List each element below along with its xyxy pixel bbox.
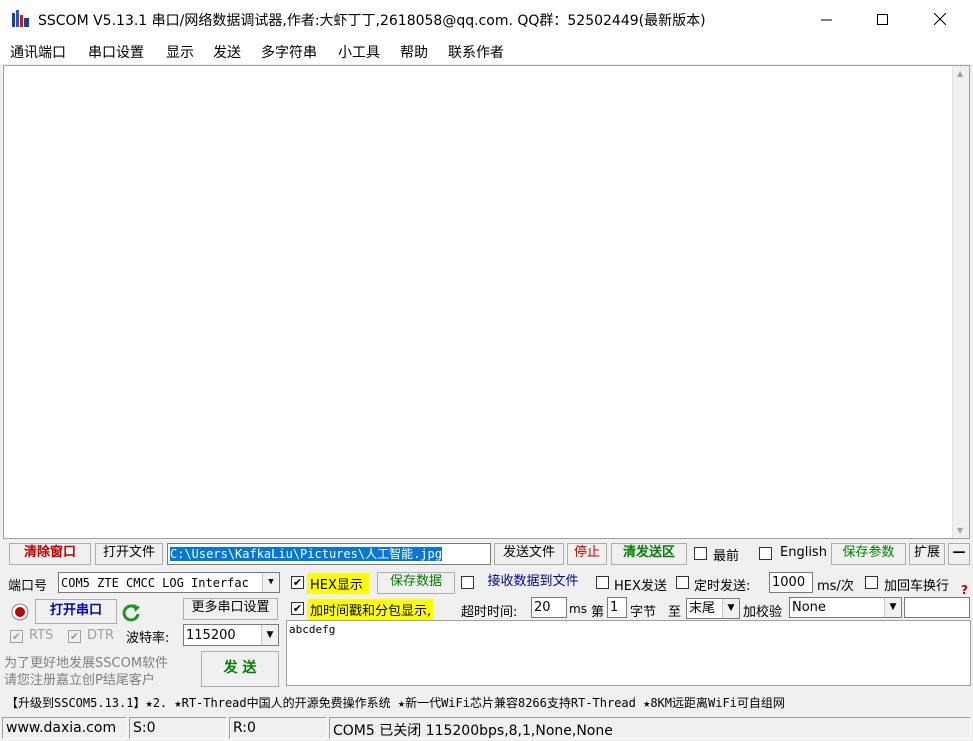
status-website[interactable]: www.daxia.com (2, 717, 127, 739)
open-port-button[interactable]: 打开串口 (35, 599, 117, 624)
byte-index-input[interactable]: 1 (607, 597, 627, 618)
to-label: 至 (668, 605, 682, 620)
end-option-select[interactable]: 末尾 ▼ (686, 598, 740, 619)
english-label: English (780, 545, 827, 560)
interval-unit: ms/次 (817, 579, 854, 594)
hex-send-checkbox[interactable] (596, 576, 609, 589)
receive-area[interactable]: ▲ ▼ (3, 65, 970, 539)
refresh-icon[interactable] (121, 603, 141, 623)
timed-send-label: 定时发送: (694, 579, 751, 594)
minimize-icon (820, 19, 832, 20)
menu-contact-author[interactable]: 联系作者 (448, 42, 504, 62)
rts-checkbox[interactable]: ✔ (10, 630, 23, 643)
menu-help[interactable]: 帮助 (400, 42, 428, 62)
english-checkbox[interactable] (759, 547, 772, 560)
baud-label: 波特率: (126, 631, 170, 646)
promo-line-2: 请您注册嘉立创P结尾客户 (4, 673, 155, 688)
minimize-button[interactable] (803, 0, 849, 38)
stop-button[interactable]: 停止 (567, 543, 607, 565)
clear-send-button[interactable]: 清发送区 (611, 543, 687, 565)
hex-send-label: HEX发送 (614, 579, 667, 594)
status-received-count: R:0 (229, 717, 327, 739)
timeout-unit: ms (569, 602, 587, 616)
send-input-area[interactable]: abcdefg (286, 620, 971, 686)
port-select[interactable]: COM5 ZTE CMCC LOG Interfac ▼ (58, 572, 280, 593)
receive-scrollbar[interactable]: ▲ ▼ (952, 66, 969, 538)
menu-tools[interactable]: 小工具 (338, 42, 380, 62)
port-status-led-icon (11, 603, 29, 621)
chevron-down-icon: ▼ (262, 573, 279, 592)
checksum-value: None (792, 600, 826, 615)
send-text: abcdefg (289, 623, 336, 636)
hex-display-checkbox[interactable]: ✔ (291, 576, 304, 589)
menu-multi-string[interactable]: 多字符串 (261, 42, 317, 62)
status-sent-count: S:0 (129, 717, 227, 739)
timeout-label: 超时时间: (461, 605, 518, 620)
checksum-label: 加校验 (743, 605, 783, 620)
title-bar: SSCOM V5.13.1 串口/网络数据调试器,作者:大虾丁丁,2618058… (0, 0, 973, 38)
news-ticker[interactable]: 【升级到SSCOM5.13.1】★2. ★RT-Thread中国人的开源免费操作… (0, 690, 973, 714)
send-button[interactable]: 发 送 (201, 651, 279, 687)
close-icon (934, 13, 946, 25)
status-bar: www.daxia.com S:0 R:0 COM5 已关闭 115200bps… (0, 715, 973, 741)
recv-to-file-button[interactable]: 接收数据到文件 (478, 572, 588, 594)
open-file-button[interactable]: 打开文件 (95, 543, 163, 565)
dtr-label: DTR (87, 628, 114, 643)
add-crlf-checkbox[interactable] (865, 576, 878, 589)
menu-comm-port[interactable]: 通讯端口 (10, 42, 66, 62)
timed-send-checkbox[interactable] (676, 576, 689, 589)
chevron-down-icon: ▼ (884, 598, 901, 617)
save-params-button[interactable]: 保存参数 (831, 543, 906, 565)
timeout-input[interactable]: 20 (531, 597, 567, 618)
baud-select[interactable]: 115200 ▼ (183, 624, 279, 646)
more-port-settings-button[interactable]: 更多串口设置 (183, 598, 278, 620)
baud-value: 115200 (186, 628, 236, 643)
expand-button[interactable]: 扩展 (909, 543, 945, 565)
app-logo-icon (12, 10, 29, 27)
menu-serial-settings[interactable]: 串口设置 (88, 42, 144, 62)
chevron-down-icon: ▼ (261, 625, 278, 645)
port-value: COM5 ZTE CMCC LOG Interfac (61, 576, 249, 590)
scroll-down-icon[interactable]: ▼ (957, 526, 963, 535)
file-path-field[interactable]: C:\Users\KafkaLiu\Pictures\人工智能.jpg (167, 543, 491, 565)
hex-display-label: HEX显示 (307, 573, 369, 594)
close-button[interactable] (917, 0, 963, 38)
rts-label: RTS (29, 628, 54, 643)
menu-bar: 通讯端口 串口设置 显示 发送 多字符串 小工具 帮助 联系作者 (0, 38, 973, 64)
maximize-button[interactable] (859, 0, 905, 38)
recv-to-file-checkbox[interactable] (461, 576, 474, 589)
add-crlf-label: 加回车换行 (884, 579, 950, 594)
window-title: SSCOM V5.13.1 串口/网络数据调试器,作者:大虾丁丁,2618058… (38, 13, 706, 29)
topmost-checkbox[interactable] (694, 547, 707, 560)
byte-prefix-label: 第 (591, 605, 605, 620)
menu-display[interactable]: 显示 (166, 42, 194, 62)
dtr-checkbox[interactable]: ✔ (68, 630, 81, 643)
checksum-result-field[interactable] (904, 597, 970, 618)
topmost-label: 最前 (713, 549, 740, 564)
clear-window-button[interactable]: 清除窗口 (9, 543, 91, 565)
timestamp-checkbox[interactable]: ✔ (291, 602, 304, 615)
port-label: 端口号 (8, 579, 48, 594)
end-option-value: 末尾 (689, 601, 716, 616)
file-path-text: C:\Users\KafkaLiu\Pictures\人工智能.jpg (170, 547, 442, 561)
menu-send[interactable]: 发送 (213, 42, 241, 62)
help-question-icon[interactable]: ? (961, 583, 968, 597)
interval-input[interactable]: 1000 (769, 572, 813, 593)
scroll-up-icon[interactable]: ▲ (957, 69, 963, 78)
byte-suffix-label: 字节 (630, 605, 657, 620)
collapse-button[interactable]: — (948, 543, 970, 565)
timestamp-label: 加时间戳和分包显示, (307, 599, 434, 620)
maximize-icon (876, 13, 888, 25)
send-file-button[interactable]: 发送文件 (494, 543, 564, 565)
checksum-select[interactable]: None ▼ (789, 597, 902, 618)
status-port-info: COM5 已关闭 115200bps,8,1,None,None (329, 717, 971, 739)
chevron-down-icon: ▼ (722, 599, 739, 618)
save-data-button[interactable]: 保存数据 (377, 572, 455, 594)
